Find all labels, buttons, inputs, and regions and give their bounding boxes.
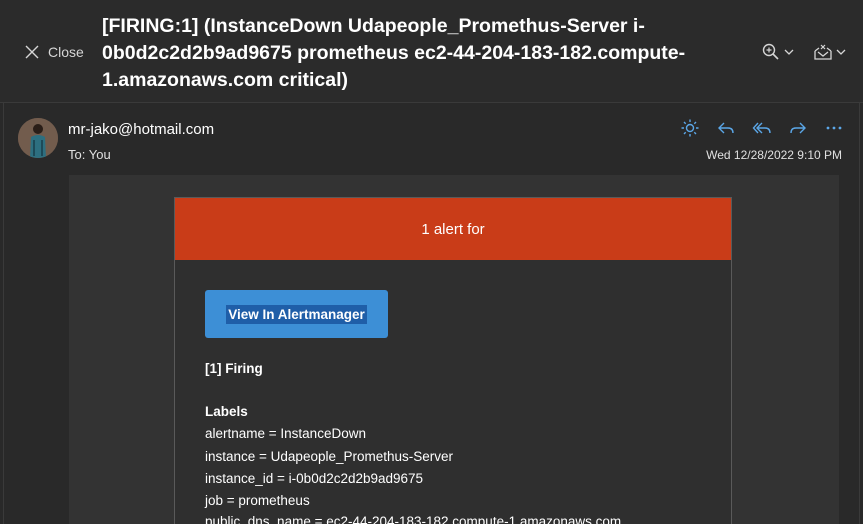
alert-banner: 1 alert for: [175, 198, 731, 260]
more-actions-button[interactable]: [823, 117, 845, 139]
to-value[interactable]: You: [89, 147, 111, 162]
chevron-down-icon: [836, 49, 846, 55]
avatar[interactable]: [18, 118, 58, 158]
banner-text: 1 alert for: [421, 220, 485, 238]
avatar-image: [18, 118, 58, 158]
labels-heading: Labels: [205, 404, 248, 419]
close-button[interactable]: Close: [24, 44, 84, 60]
close-label: Close: [48, 44, 84, 60]
more-icon: [826, 126, 842, 130]
message-subject: [FIRING:1] (InstanceDown Udapeople_Prome…: [102, 15, 686, 91]
zoom-button[interactable]: [761, 42, 795, 62]
to-label: To:: [68, 147, 86, 162]
sun-icon: [681, 119, 699, 137]
zoom-icon: [762, 43, 779, 60]
view-in-alertmanager-button[interactable]: View In Alertmanager: [205, 290, 388, 338]
reply-button[interactable]: [715, 117, 737, 139]
close-icon: [25, 45, 39, 59]
reading-pane: mr-jako@hotmail.com To: You Wed 12/28/20…: [3, 103, 860, 524]
immersive-reader-button[interactable]: [813, 42, 847, 62]
label-line: alertname = InstanceDown: [205, 426, 366, 441]
reply-icon: [718, 122, 734, 134]
sender-address[interactable]: mr-jako@hotmail.com: [68, 121, 214, 138]
chevron-down-icon: [784, 49, 794, 55]
email-body: 1 alert for View In Alertmanager [1] Fir…: [69, 175, 839, 524]
label-line: job = prometheus: [205, 493, 310, 508]
immersive-reader-icon: [814, 44, 832, 60]
forward-button[interactable]: [787, 117, 809, 139]
message-header: Close [FIRING:1] (InstanceDown Udapeople…: [0, 0, 863, 103]
firing-count: [1] Firing: [205, 361, 263, 376]
label-line: instance_id = i-0b0d2c2d2b9ad9675: [205, 471, 424, 486]
recipients: To: You: [68, 147, 111, 162]
reply-all-icon: [752, 122, 771, 134]
forward-icon: [790, 122, 806, 134]
sun-button[interactable]: [679, 117, 701, 139]
label-line: public_dns_name = ec2-44-204-183-182.com…: [205, 514, 622, 524]
label-line: instance = Udapeople_Promethus-Server: [205, 449, 454, 464]
alert-card: 1 alert for View In Alertmanager [1] Fir…: [174, 197, 732, 524]
button-label: View In Alertmanager: [226, 304, 367, 324]
received-date: Wed 12/28/2022 9:10 PM: [706, 148, 842, 162]
reply-all-button[interactable]: [751, 117, 773, 139]
